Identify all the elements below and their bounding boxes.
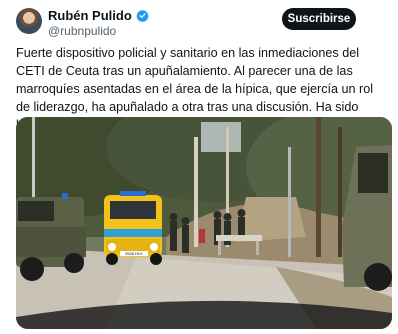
author-avatar[interactable] xyxy=(16,8,42,34)
verified-badge-icon xyxy=(135,9,149,23)
photo-scene: 9528 HLK xyxy=(16,117,392,329)
tweet-media-photo[interactable]: 9528 HLK xyxy=(16,117,392,329)
author-name-row: Rubén Pulido xyxy=(48,8,149,23)
author-display-name[interactable]: Rubén Pulido xyxy=(48,8,132,23)
subscribe-button[interactable]: Suscribirse xyxy=(282,8,356,30)
author-handle[interactable]: @rubnpulido xyxy=(48,24,116,38)
tweet-header: Rubén Pulido @rubnpulido Suscribirse xyxy=(0,0,398,40)
ambulance-plate: 9528 HLK xyxy=(125,251,143,256)
